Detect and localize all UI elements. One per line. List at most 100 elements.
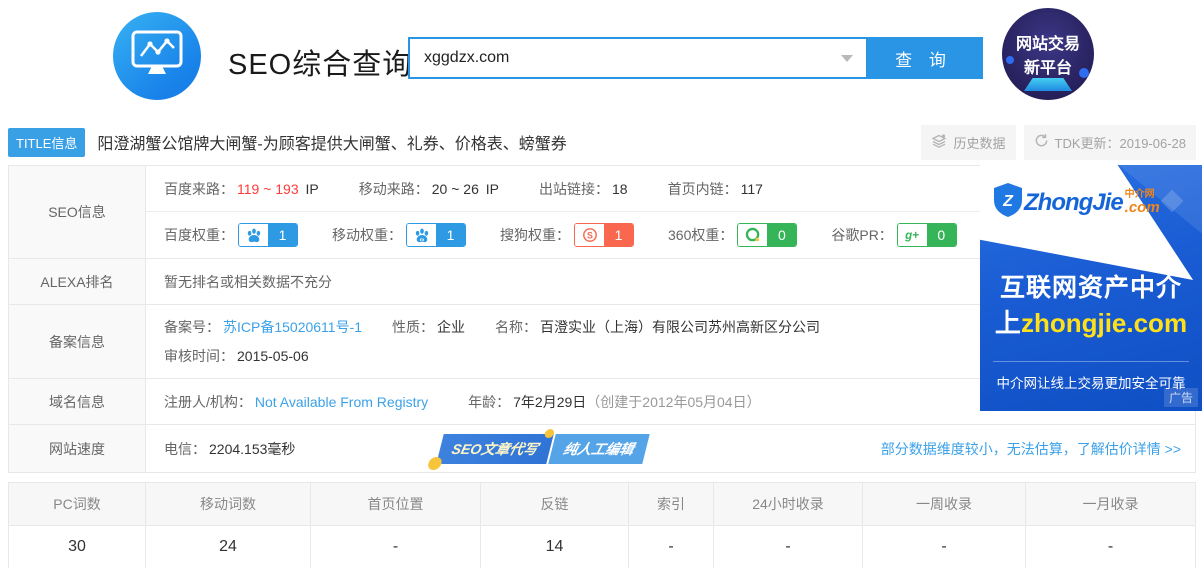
360-circle-icon: [738, 224, 767, 246]
stat-value[interactable]: -: [311, 526, 480, 568]
baidu-traffic-label: 百度来路：: [164, 181, 234, 197]
icp-audit-label: 审核时间：: [164, 348, 234, 364]
registrant-label: 注册人/机构：: [164, 394, 252, 410]
google-pr-label: 谷歌PR：: [831, 225, 892, 245]
baidu-paw-icon: [239, 224, 268, 246]
stat-header: 反链: [481, 483, 628, 526]
alexa-value: 暂无排名或相关数据不充分: [164, 272, 332, 292]
svg-text:S: S: [587, 231, 593, 241]
stat-col-index: 索引 -: [629, 483, 714, 568]
mobile-traffic-value: 20 ~ 26: [432, 181, 479, 197]
icp-line-2: 审核时间：2015-05-06: [164, 346, 339, 366]
keyword-stats-table: PC词数 30 移动词数 24 首页位置 - 反链 14 索引 - 24小时收录…: [8, 482, 1196, 568]
refresh-icon: [1034, 133, 1049, 151]
stat-col-home-position: 首页位置 -: [311, 483, 481, 568]
seo-writing-promo-banner[interactable]: SEO文章代写 纯人工编辑: [437, 434, 650, 464]
stat-col-pc-words: PC词数 30: [9, 483, 146, 568]
stat-header: PC词数: [9, 483, 145, 526]
icp-name-label: 名称：: [495, 319, 537, 335]
shield-z-icon: Z: [992, 182, 1024, 223]
header: SEO综合查询 查 询 网站交易 新平台: [0, 0, 1204, 118]
icp-nature-value: 企业: [437, 319, 465, 335]
zhongjie-logo: Z ZhongJie 中介网 .com: [992, 182, 1160, 223]
ad-brand-text: ZhongJie: [1024, 189, 1123, 217]
estimate-details-link[interactable]: 部分数据维度较小，无法估算，了解估价详情 >>: [881, 439, 1181, 459]
icp-audit-value: 2015-05-06: [237, 348, 309, 364]
ad-headline-domain: zhongjie.com: [1021, 308, 1187, 338]
title-info-badge: TITLE信息: [8, 128, 85, 157]
main-area: SEO信息 百度来路：119 ~ 193 IP 移动来路：20 ~ 26 IP …: [8, 165, 1196, 473]
domain-age-value: 7年2月29日: [513, 394, 586, 410]
tdk-update-button[interactable]: TDK更新：2019-06-28: [1024, 125, 1197, 160]
telecom-label: 电信：: [164, 441, 206, 457]
history-data-button[interactable]: 历史数据: [921, 125, 1015, 160]
row-label-domain: 域名信息: [9, 379, 146, 424]
sogou-s-icon: S: [575, 224, 604, 246]
page-title: SEO综合查询: [228, 41, 412, 83]
row-label-seo: SEO信息: [9, 166, 146, 258]
ad-divider: [993, 361, 1189, 362]
ad-brand-com: .com: [1125, 200, 1160, 215]
row-label-alexa: ALEXA排名: [9, 259, 146, 304]
stat-value[interactable]: 14: [481, 526, 628, 568]
stat-header: 24小时收录: [714, 483, 862, 526]
decor-dot: [544, 429, 555, 438]
decor-dot: [1006, 56, 1014, 64]
stat-col-week-included: 一周收录 -: [863, 483, 1026, 568]
stat-value[interactable]: -: [1026, 526, 1195, 568]
google-plus-icon: g+: [898, 224, 927, 246]
search-dropdown-toggle[interactable]: [828, 39, 866, 77]
stat-header: 索引: [629, 483, 713, 526]
stat-value[interactable]: 24: [146, 526, 310, 568]
site-logo[interactable]: [113, 12, 201, 100]
history-data-label: 历史数据: [953, 133, 1005, 152]
row-speed: 网站速度 电信：2204.153毫秒 SEO文章代写 纯人工编辑 部分数据维度较…: [9, 425, 1195, 472]
icp-number-link[interactable]: 苏ICP备15020611号-1: [223, 319, 362, 335]
outbound-links-label: 出站链接：: [539, 181, 609, 197]
stat-value[interactable]: -: [863, 526, 1025, 568]
tdk-update-label: TDK更新：2019-06-28: [1055, 133, 1187, 152]
promo-right-text: 纯人工编辑: [548, 434, 649, 464]
baidu-weight-badge[interactable]: 1: [238, 223, 298, 247]
sogou-weight-value: 1: [604, 224, 633, 246]
registrant-link[interactable]: Not Available From Registry: [255, 394, 428, 410]
telecom-speed-value: 2204.153毫秒: [209, 441, 295, 457]
svg-text:m: m: [419, 238, 423, 243]
mobile-weight-badge[interactable]: m 1: [406, 223, 466, 247]
stat-col-backlinks: 反链 14: [481, 483, 629, 568]
mobile-weight-value: 1: [436, 224, 465, 246]
stat-header: 首页位置: [311, 483, 480, 526]
query-button[interactable]: 查 询: [866, 39, 981, 77]
stat-value[interactable]: -: [714, 526, 862, 568]
mobile-traffic-label: 移动来路：: [359, 181, 429, 197]
icp-name-value: 百澄实业（上海）有限公司苏州高新区分公司: [540, 319, 820, 335]
360-weight-badge[interactable]: 0: [737, 223, 797, 247]
mobile-traffic-unit: IP: [486, 181, 499, 197]
title-bar: TITLE信息 阳澄湖蟹公馆牌大闸蟹-为顾客提供大闸蟹、礼券、价格表、螃蟹券 历…: [8, 125, 1196, 159]
baidu-traffic-value: 119 ~ 193: [237, 181, 299, 197]
zhongjie-ad-banner[interactable]: Z ZhongJie 中介网 .com 互联网资产中介 上zhongjie.co…: [980, 165, 1202, 411]
sogou-weight-badge[interactable]: S 1: [574, 223, 634, 247]
mobile-weight-label: 移动权重：: [332, 225, 402, 245]
google-pr-badge[interactable]: g+ 0: [897, 223, 957, 247]
stat-value[interactable]: 30: [9, 526, 145, 568]
svg-text:g+: g+: [904, 230, 919, 242]
platform-shape: [1024, 78, 1072, 91]
svg-text:Z: Z: [1002, 193, 1014, 210]
home-links-value: 117: [741, 181, 763, 197]
domain-created-note: （创建于2012年05月04日）: [586, 394, 760, 410]
chevron-down-icon: [841, 55, 853, 62]
home-links-label: 首页内链：: [668, 181, 738, 197]
baidu-mobile-paw-icon: m: [407, 224, 436, 246]
decor-dot: [427, 457, 443, 470]
row-label-speed: 网站速度: [9, 425, 146, 472]
360-weight-label: 360权重：: [668, 225, 733, 245]
stat-value[interactable]: -: [629, 526, 713, 568]
promo-left-text: SEO文章代写: [437, 434, 554, 464]
stat-col-mobile-words: 移动词数 24: [146, 483, 311, 568]
search-input[interactable]: [410, 39, 828, 77]
site-trade-platform-badge[interactable]: 网站交易 新平台: [1002, 8, 1094, 100]
sogou-weight-label: 搜狗权重：: [500, 225, 570, 245]
domain-age-label: 年龄：: [468, 394, 510, 410]
baidu-weight-value: 1: [268, 224, 297, 246]
